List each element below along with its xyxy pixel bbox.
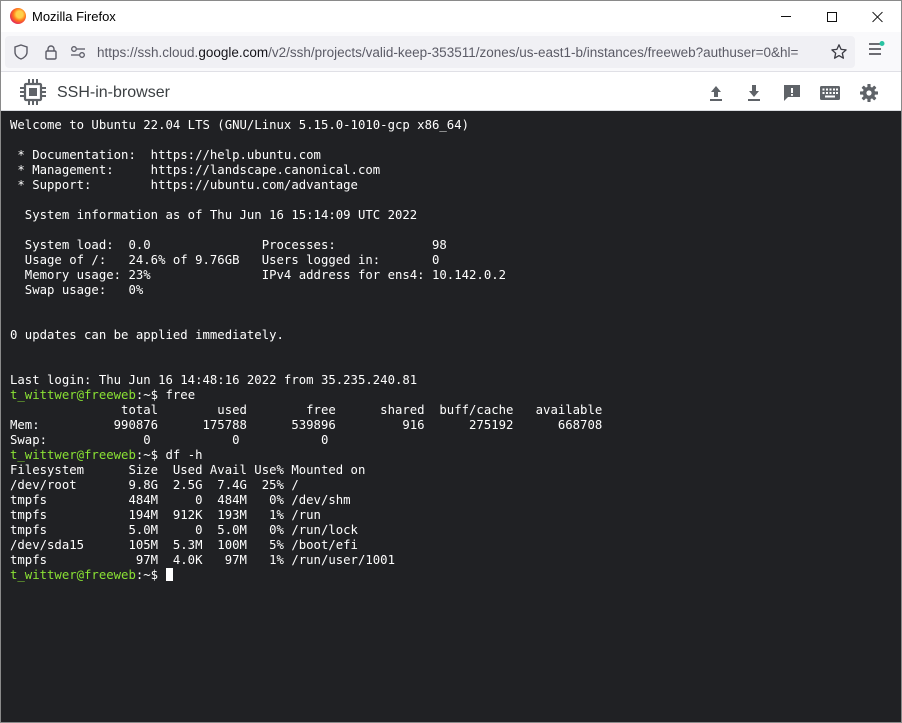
terminal-line: Filesystem Size Used Avail Use% Mounted … (10, 463, 366, 477)
terminal-line: /dev/root 9.8G 2.5G 7.4G 25% / (10, 478, 299, 492)
url-domain: google.com (198, 45, 269, 60)
download-file-button[interactable] (742, 81, 766, 105)
ssh-toolbar: SSH-in-browser (1, 73, 901, 111)
lock-icon[interactable] (43, 44, 59, 60)
terminal[interactable]: Welcome to Ubuntu 22.04 LTS (GNU/Linux 5… (1, 111, 901, 722)
gear-icon (860, 84, 878, 102)
prompt-line: t_wittwer@freeweb:~$ df -h (10, 448, 901, 463)
terminal-line: * Documentation: https://help.ubuntu.com (10, 148, 321, 162)
minimize-icon (781, 16, 791, 17)
terminal-line: * Management: https://landscape.canonica… (10, 163, 381, 177)
terminal-line: tmpfs 97M 4.0K 97M 1% /run/user/1001 (10, 553, 395, 567)
terminal-line: Last login: Thu Jun 16 14:48:16 2022 fro… (10, 373, 418, 387)
window-title: Mozilla Firefox (32, 9, 116, 24)
address-bar[interactable]: https://ssh.cloud.google.com/v2/ssh/proj… (5, 36, 855, 68)
title-bar: Mozilla Firefox (1, 1, 901, 32)
terminal-line: Memory usage: 23% IPv4 address for ens4:… (10, 268, 507, 282)
command-text: df -h (165, 448, 203, 462)
terminal-line: Swap: 0 0 0 (10, 433, 329, 447)
terminal-line: Welcome to Ubuntu 22.04 LTS (GNU/Linux 5… (10, 118, 470, 132)
keyboard-button[interactable] (818, 81, 842, 105)
terminal-line: 0 updates can be applied immediately. (10, 328, 284, 342)
feedback-icon (784, 85, 800, 101)
upload-file-button[interactable] (704, 81, 728, 105)
terminal-line: System information as of Thu Jun 16 15:1… (10, 208, 418, 222)
terminal-line: Usage of /: 24.6% of 9.76GB Users logged… (10, 253, 440, 267)
firefox-logo-icon (10, 8, 26, 24)
prompt-suffix: :~$ (135, 568, 166, 582)
prompt-line: t_wittwer@freeweb:~$ free (10, 388, 901, 403)
active-prompt-line[interactable]: t_wittwer@freeweb:~$ (10, 568, 901, 583)
ssh-title: SSH-in-browser (57, 84, 170, 101)
permissions-icon[interactable] (69, 44, 87, 60)
terminal-line: * Support: https://ubuntu.com/advantage (10, 178, 358, 192)
terminal-cursor (166, 568, 174, 581)
command-text: free (165, 388, 196, 402)
maximize-button[interactable] (809, 1, 855, 32)
prompt-user: t_wittwer@freeweb (10, 448, 136, 462)
compute-engine-chip-icon (19, 78, 47, 106)
prompt-suffix: :~$ (135, 388, 166, 402)
terminal-line: /dev/sda15 105M 5.3M 100M 5% /boot/efi (10, 538, 358, 552)
url-text[interactable]: https://ssh.cloud.google.com/v2/ssh/proj… (97, 45, 827, 60)
minimize-button[interactable] (763, 1, 809, 32)
settings-button[interactable] (857, 81, 881, 105)
download-icon (748, 85, 760, 101)
upload-icon (710, 86, 722, 101)
navigation-bar: https://ssh.cloud.google.com/v2/ssh/proj… (1, 32, 901, 72)
terminal-line: Swap usage: 0% (10, 283, 144, 297)
close-icon (872, 11, 884, 23)
feedback-button[interactable] (780, 81, 804, 105)
url-suffix: /v2/ssh/projects/valid-keep-353511/zones… (268, 45, 799, 60)
terminal-line: Mem: 990876 175788 539896 916 275192 668… (10, 418, 603, 432)
browser-window: Mozilla Firefox https://ssh.cloud.google… (0, 0, 902, 723)
terminal-line: tmpfs 194M 912K 193M 1% /run (10, 508, 321, 522)
app-menu-icon[interactable] (867, 41, 885, 57)
terminal-line: tmpfs 5.0M 0 5.0M 0% /run/lock (10, 523, 358, 537)
maximize-icon (827, 11, 837, 22)
bookmark-star-icon[interactable] (830, 43, 848, 61)
tracking-protection-shield-icon[interactable] (13, 44, 29, 60)
keyboard-icon (820, 86, 840, 100)
prompt-user: t_wittwer@freeweb (10, 568, 136, 582)
prompt-user: t_wittwer@freeweb (10, 388, 136, 402)
terminal-line: System load: 0.0 Processes: 98 (10, 238, 447, 252)
url-prefix: https://ssh.cloud. (97, 45, 199, 60)
prompt-suffix: :~$ (135, 448, 166, 462)
close-button[interactable] (855, 1, 901, 32)
terminal-line: total used free shared buff/cache availa… (10, 403, 603, 417)
terminal-line: tmpfs 484M 0 484M 0% /dev/shm (10, 493, 351, 507)
